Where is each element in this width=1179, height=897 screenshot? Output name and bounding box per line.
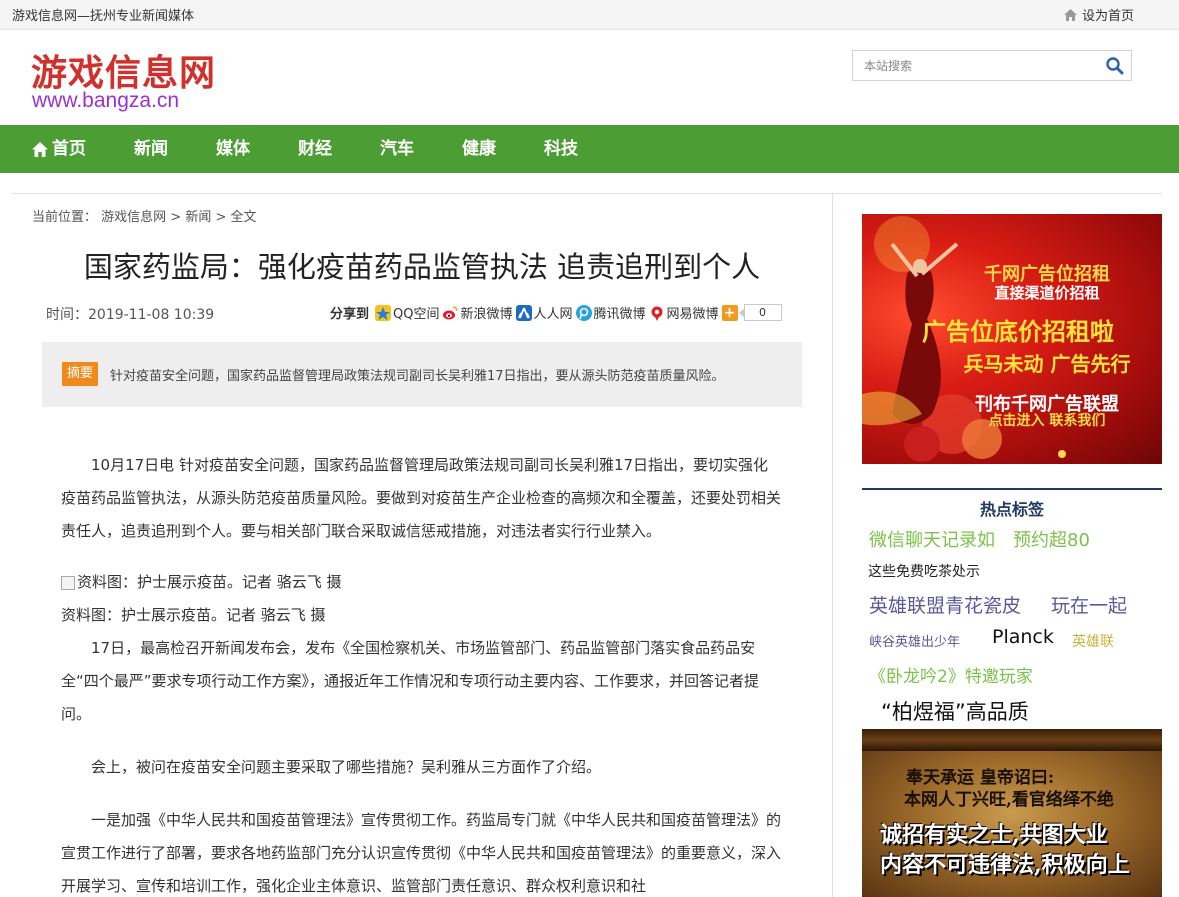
nav-item-media[interactable]: 媒体 xyxy=(216,125,250,173)
ad-line: 本网人丁兴旺,看官络绎不绝 xyxy=(904,790,1114,810)
breadcrumb-separator: > xyxy=(211,210,231,225)
ad-line: 诚招有实之士,共图大业 xyxy=(880,822,1108,848)
share-weibo-button[interactable]: 新浪微博 xyxy=(442,303,513,322)
share-count: 0 xyxy=(738,304,782,321)
set-home-label: 设为首页 xyxy=(1082,9,1135,24)
column-divider xyxy=(832,194,833,897)
hot-tag[interactable]: 英雄联 xyxy=(1072,631,1114,651)
share-tencent-weibo-button[interactable]: 腾讯微博 xyxy=(575,303,646,322)
share-more-button[interactable]: + xyxy=(721,304,738,321)
ad-line: 内容不可违律法,积极向上 xyxy=(880,852,1130,878)
qzone-icon xyxy=(375,304,392,321)
broken-image-icon xyxy=(61,575,75,590)
hot-tag[interactable]: 微信聊天记录如 xyxy=(869,526,995,552)
ad-line: 点击进入 联系我们 xyxy=(988,413,1106,429)
share-renren-button[interactable]: 人人网 xyxy=(515,303,573,322)
breadcrumb-current: 全文 xyxy=(230,210,257,225)
article-image: 资料图：护士展示疫苗。记者 骆云飞 摄 xyxy=(61,566,783,599)
share-netease-weibo-label: 网易微博 xyxy=(666,307,719,322)
search-icon xyxy=(1106,57,1124,75)
sidebar-ad-banner[interactable]: 千网广告位招租 直接渠道价招租 广告位底价招租啦 兵马未动 广告先行 刊布千网广… xyxy=(862,214,1162,464)
summary-text: 针对疫苗安全问题，国家药品监督管理局政策法规司副司长吴利雅17日指出，要从源头防… xyxy=(110,369,725,384)
ad-line: 直接渠道价招租 xyxy=(994,284,1100,302)
breadcrumb-news-link[interactable]: 新闻 xyxy=(185,210,211,225)
nav-item-home[interactable]: 首页 xyxy=(32,125,86,173)
home-icon xyxy=(1064,8,1077,21)
hot-tag[interactable]: 《卧龙吟2》特邀玩家 xyxy=(869,662,1033,687)
article-paragraph: 17日，最高检召开新闻发布会，发布《全国检察机关、市场监管部门、药品监管部门落实… xyxy=(61,639,760,723)
ad-line: 兵马未动 广告先行 xyxy=(963,352,1131,376)
hot-tags-title: 热点标签 xyxy=(979,500,1044,519)
nav-item-health[interactable]: 健康 xyxy=(462,125,496,173)
main-nav: 首页 新闻 媒体 财经 汽车 健康 科技 xyxy=(0,125,1179,173)
content-top-divider xyxy=(12,193,1162,194)
image-alt-text: 资料图：护士展示疫苗。记者 骆云飞 摄 xyxy=(77,573,342,591)
article-time: 时间：2019-11-08 10:39 xyxy=(46,307,215,323)
hot-tag[interactable]: Planck xyxy=(992,626,1054,648)
site-description: 游戏信息网—抚州专业新闻媒体 xyxy=(12,9,195,24)
search-box xyxy=(852,50,1132,81)
share-netease-weibo-button[interactable]: 网易微博 xyxy=(648,303,719,322)
image-caption: 资料图：护士展示疫苗。记者 骆云飞 摄 xyxy=(61,606,326,624)
site-url-logo[interactable]: www.bangza.cn xyxy=(32,89,179,113)
article-paragraph: 10月17日电 针对疫苗安全问题，国家药品监督管理局政策法规司副司长吴利雅17日… xyxy=(61,456,782,540)
share-qzone-label: QQ空间 xyxy=(393,307,440,322)
sidebar-ad-scroll[interactable]: 奉天承运 皇帝诏曰: 本网人丁兴旺,看官络绎不绝 诚招有实之士,共图大业 内容不… xyxy=(862,729,1162,897)
top-bar: 游戏信息网—抚州专业新闻媒体 设为首页 xyxy=(0,0,1179,30)
hot-tag[interactable]: 玩在一起 xyxy=(1051,591,1127,618)
breadcrumb-prefix: 当前位置： xyxy=(32,210,98,225)
share-qzone-button[interactable]: QQ空间 xyxy=(375,303,439,322)
set-home-link[interactable]: 设为首页 xyxy=(1064,5,1134,24)
hot-tag[interactable]: 预约超80 xyxy=(1013,526,1090,552)
nav-item-auto[interactable]: 汽车 xyxy=(380,125,414,173)
summary-tag: 摘要 xyxy=(62,362,99,386)
tencent-weibo-icon xyxy=(575,304,592,321)
breadcrumb: 当前位置： 游戏信息网 > 新闻 > 全文 xyxy=(32,206,257,225)
nav-item-finance[interactable]: 财经 xyxy=(298,125,332,173)
breadcrumb-home-link[interactable]: 游戏信息网 xyxy=(101,210,166,225)
hot-tags-header: 热点标签 xyxy=(862,488,1162,520)
nav-item-label: 首页 xyxy=(52,139,86,159)
nav-item-news[interactable]: 新闻 xyxy=(134,125,168,173)
article-body: 10月17日电 针对疫苗安全问题，国家药品监督管理局政策法规司副司长吴利雅17日… xyxy=(61,449,783,897)
hot-tag[interactable]: 这些免费吃茶处示 xyxy=(868,561,980,581)
share-label: 分享到 xyxy=(330,307,370,322)
scroll-decoration xyxy=(862,729,1162,751)
share-renren-label: 人人网 xyxy=(533,307,573,322)
nav-item-tech[interactable]: 科技 xyxy=(544,125,578,173)
weibo-icon xyxy=(442,304,459,321)
search-input[interactable] xyxy=(853,51,1093,80)
article-title: 国家药监局：强化疫苗药品监管执法 追责追刑到个人 xyxy=(83,250,761,284)
netease-icon xyxy=(648,304,665,321)
ad-line: 广告位底价招租啦 xyxy=(922,317,1114,346)
breadcrumb-separator: > xyxy=(166,210,186,225)
share-bar: 分享到 QQ空间 新浪微博 人人网 腾讯微博 网易微博 + 0 xyxy=(330,303,782,322)
search-button[interactable] xyxy=(1105,56,1125,76)
share-weibo-label: 新浪微博 xyxy=(460,307,513,322)
hot-tag[interactable]: 英雄联盟青花瓷皮 xyxy=(869,591,1021,618)
article-paragraph: 一是加强《中华人民共和国疫苗管理法》宣传贯彻工作。药监局专门就《中华人民共和国疫… xyxy=(61,811,782,895)
article-summary: 摘要 针对疫苗安全问题，国家药品监督管理局政策法规司副司长吴利雅17日指出，要从… xyxy=(42,342,802,407)
article-paragraph: 会上，被问在疫苗安全问题主要采取了哪些措施？吴利雅从三方面作了介绍。 xyxy=(91,758,602,776)
hot-tag[interactable]: “柏煜福”高品质 xyxy=(881,696,1029,726)
home-icon xyxy=(32,141,48,157)
hot-tag[interactable]: 峡谷英雄出少年 xyxy=(869,631,960,650)
share-tencent-weibo-label: 腾讯微博 xyxy=(593,307,646,322)
renren-icon xyxy=(515,304,532,321)
